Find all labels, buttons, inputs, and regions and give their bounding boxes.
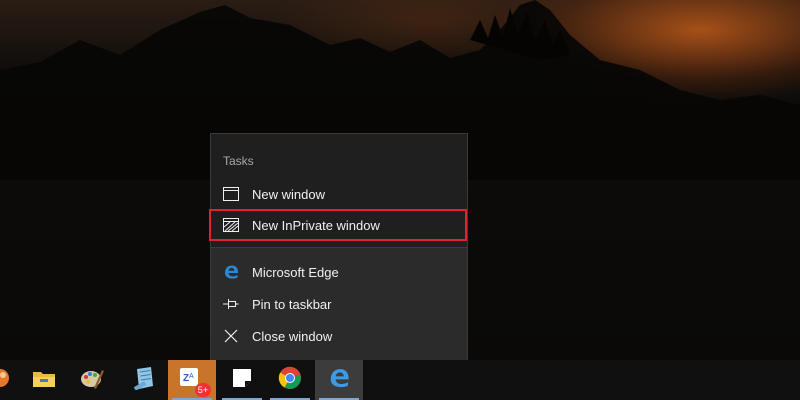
edge-icon xyxy=(328,367,350,394)
pin-to-taskbar-label: Pin to taskbar xyxy=(252,296,332,312)
taskbar-file-explorer[interactable] xyxy=(20,360,68,400)
taskbar-paint[interactable] xyxy=(68,360,116,400)
notepad-icon xyxy=(133,366,155,395)
taskbar-notepad[interactable] xyxy=(120,360,168,400)
partial-app-icon xyxy=(0,367,11,394)
inprivate-window-icon xyxy=(223,217,239,233)
jump-list: Tasks New window New InPrivate window Mi… xyxy=(209,133,468,361)
window-icon xyxy=(223,186,239,202)
chrome-icon xyxy=(278,366,302,395)
notification-badge: 5+ xyxy=(194,382,211,397)
pin-icon xyxy=(223,296,239,312)
new-window-label: New window xyxy=(252,186,325,202)
pin-to-taskbar-item[interactable]: Pin to taskbar xyxy=(211,288,467,320)
sticky-notes-icon xyxy=(232,368,252,393)
close-window-item[interactable]: Close window xyxy=(211,320,467,352)
file-explorer-icon xyxy=(32,368,56,393)
close-icon xyxy=(223,328,239,344)
microsoft-edge-item[interactable]: Microsoft Edge xyxy=(211,256,467,288)
app-actions-section: Microsoft Edge Pin to taskbar Close wind… xyxy=(211,248,467,361)
new-inprivate-window-item[interactable]: New InPrivate window xyxy=(209,209,467,241)
microsoft-edge-label: Microsoft Edge xyxy=(252,264,339,280)
new-inprivate-window-label: New InPrivate window xyxy=(252,217,380,233)
new-window-item[interactable]: New window xyxy=(211,178,467,210)
taskbar-sticky-notes[interactable] xyxy=(218,360,266,400)
tasks-header: Tasks xyxy=(223,154,254,168)
taskbar-edge[interactable] xyxy=(315,360,363,400)
edge-icon xyxy=(223,264,239,280)
paint-icon xyxy=(80,366,104,395)
taskbar-word-app[interactable]: ZA 5+ xyxy=(168,360,216,400)
taskbar: ZA 5+ xyxy=(0,360,800,400)
word-app-icon: ZA 5+ xyxy=(179,366,211,397)
taskbar-chrome[interactable] xyxy=(266,360,314,400)
svg-text:A: A xyxy=(189,373,194,380)
close-window-label: Close window xyxy=(252,328,333,344)
